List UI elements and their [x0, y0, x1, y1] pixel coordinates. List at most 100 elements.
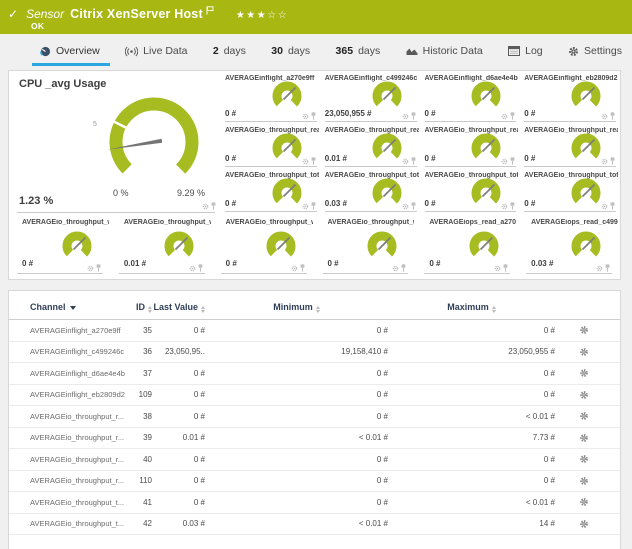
flag-icon[interactable] — [206, 2, 214, 20]
col-header-minimum[interactable]: Minimum — [205, 302, 388, 313]
col-header-maximum[interactable]: Maximum — [388, 302, 555, 313]
mini-gauge-cell[interactable]: AVERAGEio_throughput_read... 0 # — [221, 123, 321, 168]
mini-gauge-cell[interactable]: AVERAGEinflight_eb2809d2 0 # — [520, 71, 620, 123]
cell-last-value: 0 # — [152, 455, 205, 464]
gauge-pin-icon[interactable] — [610, 157, 615, 165]
priority-stars[interactable]: ★★★☆☆ — [236, 10, 288, 21]
divider — [323, 273, 409, 274]
mini-gauge-cell[interactable]: AVERAGEio_throughput_write... 0 # — [9, 213, 111, 281]
mini-gauge-cell[interactable]: AVERAGEio_throughput_total... 0.03 # — [321, 168, 421, 213]
gauge-pin-icon[interactable] — [510, 202, 515, 210]
mini-gauge-cell[interactable]: AVERAGEio_throughput_read... 0 # — [520, 123, 620, 168]
channel-settings-button[interactable] — [555, 411, 612, 421]
gauge-settings-icon[interactable] — [189, 265, 196, 272]
divider — [225, 211, 317, 212]
gauge-value: 0.03 # — [325, 199, 347, 208]
gauge-pin-icon[interactable] — [411, 202, 416, 210]
cell-channel: AVERAGEinflight_c499246c — [30, 347, 125, 356]
gauge-settings-icon[interactable] — [392, 265, 399, 272]
gauge-settings-icon[interactable] — [501, 203, 508, 210]
gauge-pin-icon[interactable] — [211, 202, 216, 210]
gauge-icon — [40, 46, 51, 57]
table-row: AVERAGEio_throughput_t... 41 0 # 0 # < 0… — [9, 492, 620, 514]
gauge-pin-icon[interactable] — [401, 264, 406, 272]
channel-settings-button[interactable] — [555, 476, 612, 486]
col-header-channel[interactable]: Channel — [30, 302, 125, 313]
tab-days[interactable]: 30 days — [271, 45, 310, 57]
channel-settings-button[interactable] — [555, 519, 612, 529]
gauge-settings-icon[interactable] — [302, 158, 309, 165]
gauge-pin-icon[interactable] — [96, 264, 101, 272]
gear-icon — [568, 46, 579, 57]
gauge-settings-icon[interactable] — [601, 158, 608, 165]
mini-gauge-cell[interactable]: AVERAGEio_throughput_read... 0 # — [421, 123, 521, 168]
mini-gauge-cell[interactable]: AVERAGEio_throughput_total... 0 # — [421, 168, 521, 213]
table-row: AVERAGEio_throughput_r... 40 0 # 0 # 0 # — [9, 449, 620, 471]
gauge-settings-icon[interactable] — [601, 203, 608, 210]
gauge-settings-icon[interactable] — [87, 265, 94, 272]
channel-settings-button[interactable] — [555, 325, 612, 335]
mini-gauge-cell[interactable]: AVERAGEio_throughput_write... 0.01 # — [111, 213, 213, 281]
tab-overview[interactable]: Overview — [40, 45, 100, 57]
channel-settings-button[interactable] — [555, 497, 612, 507]
gauge-pin-icon[interactable] — [610, 202, 615, 210]
gauge-settings-icon[interactable] — [291, 265, 298, 272]
gauge-settings-icon[interactable] — [501, 158, 508, 165]
tab-settings[interactable]: Settings — [568, 45, 622, 57]
gauge-pin-icon[interactable] — [311, 112, 316, 120]
gauge-settings-icon[interactable] — [601, 113, 608, 120]
tab-days[interactable]: 365 days — [336, 45, 381, 57]
star-empty-icon[interactable]: ☆ — [278, 10, 288, 21]
channel-settings-button[interactable] — [555, 347, 612, 357]
tab-days[interactable]: 2 days — [213, 45, 246, 57]
gauge-pin-icon[interactable] — [503, 264, 508, 272]
gauge-settings-icon[interactable] — [202, 203, 209, 210]
gauge-pin-icon[interactable] — [198, 264, 203, 272]
channel-settings-button[interactable] — [555, 390, 612, 400]
star-filled-icon[interactable]: ★ — [257, 10, 267, 21]
mini-gauge-cell[interactable]: AVERAGEinflight_d6ae4e4b 0 # — [421, 71, 521, 123]
gauge-pin-icon[interactable] — [411, 157, 416, 165]
gauge-settings-icon[interactable] — [302, 113, 309, 120]
mini-gauge-cell[interactable]: AVERAGEio_throughput_write... 0 # — [213, 213, 315, 281]
tab-live-data[interactable]: Live Data — [125, 45, 187, 57]
mini-gauge-cell[interactable]: AVERAGEinflight_a270e9ff 0 # — [221, 71, 321, 123]
gauge-pin-icon[interactable] — [411, 112, 416, 120]
gauge-pin-icon[interactable] — [300, 264, 305, 272]
gauge-settings-icon[interactable] — [501, 113, 508, 120]
gauge-pin-icon[interactable] — [610, 112, 615, 120]
cpu-gauge-min-label: 0 % — [113, 188, 129, 198]
mini-gauge-cell[interactable]: AVERAGEio_throughput_read... 0.01 # — [321, 123, 421, 168]
mini-gauge-cell[interactable]: AVERAGEio_throughput_write... 0 # — [315, 213, 417, 281]
divider — [17, 273, 103, 274]
mini-gauge-cell[interactable]: AVERAGEiops_read_c499246c 0.03 # — [518, 213, 620, 281]
channel-settings-button[interactable] — [555, 368, 612, 378]
gauge-pin-icon[interactable] — [510, 157, 515, 165]
gauge-settings-icon[interactable] — [302, 203, 309, 210]
channel-settings-button[interactable] — [555, 454, 612, 464]
col-header-last-value[interactable]: Last Value — [152, 302, 205, 313]
gauge-settings-icon[interactable] — [402, 203, 409, 210]
star-empty-icon[interactable]: ☆ — [267, 10, 277, 21]
mini-gauge-cell[interactable]: AVERAGEiops_read_a270e9ff 0 # — [416, 213, 518, 281]
mini-gauge-cell[interactable]: AVERAGEio_throughput_total... 0 # — [520, 168, 620, 213]
gauge-pin-icon[interactable] — [605, 264, 610, 272]
mini-gauge-cell[interactable]: AVERAGEio_throughput_total... 0 # — [221, 168, 321, 213]
gauge-settings-icon[interactable] — [402, 158, 409, 165]
cpu-avg-usage-gauge-cell[interactable]: CPU _avg Usage 5 0 % 9.29 % 1.23 % — [9, 71, 221, 213]
cell-channel: AVERAGEio_throughput_t... — [30, 519, 125, 528]
gauge-settings-icon[interactable] — [402, 113, 409, 120]
gauge-pin-icon[interactable] — [510, 112, 515, 120]
star-filled-icon[interactable]: ★ — [236, 10, 246, 21]
tab-historic-data[interactable]: Historic Data — [406, 45, 483, 57]
gauge-value: 0 # — [524, 109, 535, 118]
star-filled-icon[interactable]: ★ — [246, 10, 256, 21]
gauge-settings-icon[interactable] — [494, 265, 501, 272]
tab-log[interactable]: Log — [508, 45, 543, 57]
mini-gauge-cell[interactable]: AVERAGEinflight_c499246c 23,050,955 # — [321, 71, 421, 123]
col-header-id[interactable]: ID — [125, 302, 152, 313]
gauge-settings-icon[interactable] — [596, 265, 603, 272]
channel-settings-button[interactable] — [555, 433, 612, 443]
gauge-pin-icon[interactable] — [311, 157, 316, 165]
gauge-pin-icon[interactable] — [311, 202, 316, 210]
